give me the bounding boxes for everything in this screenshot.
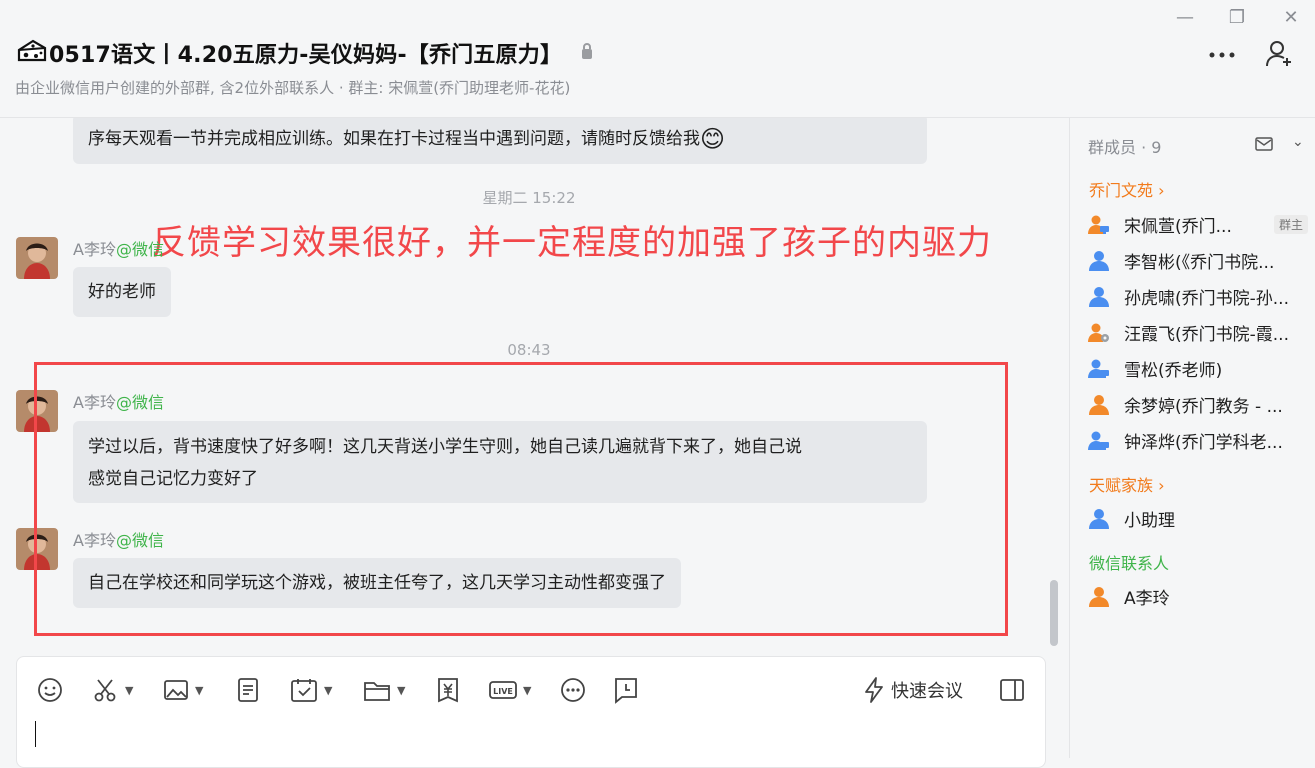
text-cursor xyxy=(35,721,36,747)
chevron-down-icon[interactable]: ▼ xyxy=(324,684,332,697)
member-name: A李玲 xyxy=(1124,589,1170,609)
user-computer-icon xyxy=(1088,214,1110,236)
red-packet-button[interactable] xyxy=(435,675,461,705)
member-item[interactable]: 汪霞飞(乔门书院-霞... xyxy=(1088,320,1308,345)
avatar[interactable] xyxy=(16,237,58,279)
live-icon: LIVE xyxy=(489,679,517,701)
emoji-icon xyxy=(37,677,63,703)
emoji-button[interactable] xyxy=(37,675,63,705)
user-icon xyxy=(1088,286,1110,308)
chevron-down-icon[interactable]: ▼ xyxy=(523,684,531,697)
chevron-down-icon[interactable]: ▼ xyxy=(397,684,405,697)
chat-scrollbar[interactable] xyxy=(1050,580,1058,646)
group-subtitle: 由企业微信用户创建的外部群, 含2位外部联系人 · 群主: 宋佩萱(乔门助理老师… xyxy=(15,79,571,97)
user-icon xyxy=(1088,250,1110,272)
section-tianfu-jiazu[interactable]: 天赋家族 › xyxy=(1089,472,1165,496)
message-bubble[interactable]: 序每天观看一节并完成相应训练。如果在打卡过程当中遇到问题，请随时反馈给我😊 xyxy=(73,118,927,164)
quick-meeting-label: 快速会议 xyxy=(891,681,963,702)
live-button[interactable]: LIVE ▼ xyxy=(489,675,531,705)
member-name: 孙虎啸(乔门书院-孙... xyxy=(1124,289,1289,309)
user-computer-icon xyxy=(1088,358,1110,380)
more-tools-button[interactable] xyxy=(560,675,586,705)
member-item[interactable]: 小助理 xyxy=(1088,506,1308,531)
member-name: 宋佩萱(乔门... xyxy=(1124,217,1232,237)
member-name: 钟泽烨(乔门学科老... xyxy=(1124,433,1283,453)
lock-icon xyxy=(580,42,594,64)
scissors-icon xyxy=(93,677,119,703)
sidebar-toggle-icon xyxy=(999,678,1025,702)
user-icon xyxy=(1088,586,1110,608)
member-item[interactable]: 余梦婷(乔门教务 - ... xyxy=(1088,392,1308,417)
smile-emoji-icon: 😊 xyxy=(700,125,726,153)
member-item[interactable]: A李玲 xyxy=(1088,584,1308,609)
screenshot-button[interactable]: ▼ xyxy=(93,675,133,705)
yuan-icon xyxy=(435,677,461,703)
owner-badge: 群主 xyxy=(1273,215,1308,234)
member-count-title: 群成员 · 9 xyxy=(1088,138,1162,157)
red-highlight-box xyxy=(34,362,1008,636)
member-name: 汪霞飞(乔门书院-霞... xyxy=(1124,325,1289,345)
chat-header: — ❐ ✕ 0517语文丨4.20五原力-吴仪妈妈-【乔门五原力】 由企业微信用… xyxy=(0,0,1315,118)
lightning-icon xyxy=(863,676,885,704)
timestamp: 星期二 15:22 xyxy=(482,189,576,207)
document-button[interactable] xyxy=(235,675,261,705)
user-computer-icon xyxy=(1088,430,1110,452)
member-name: 李智彬(《乔门书院... xyxy=(1124,253,1275,273)
svg-text:LIVE: LIVE xyxy=(493,687,513,696)
user-gear-icon xyxy=(1088,322,1110,344)
member-item[interactable]: 钟泽烨(乔门学科老... xyxy=(1088,428,1308,453)
message-bubble[interactable]: 好的老师 xyxy=(73,267,171,317)
clock-icon xyxy=(613,676,639,704)
chat-message-area[interactable]: 序每天观看一节并完成相应训练。如果在打卡过程当中遇到问题，请随时反馈给我😊 星期… xyxy=(0,118,1068,648)
member-item[interactable]: 宋佩萱(乔门... 群主 xyxy=(1088,212,1308,237)
chevron-down-icon[interactable]: ▼ xyxy=(125,684,133,697)
folder-icon xyxy=(363,677,391,703)
quick-meeting-button[interactable]: 快速会议 xyxy=(863,675,963,705)
group-title-row: 0517语文丨4.20五原力-吴仪妈妈-【乔门五原力】 xyxy=(17,37,594,69)
document-icon xyxy=(235,677,261,703)
history-button[interactable] xyxy=(613,675,639,705)
sender-name: A李玲@微信 xyxy=(73,240,164,259)
member-sidebar: 群成员 · 9 ⌄ 乔门文苑 › 宋佩萱(乔门... 群主 李智彬(《乔门书院.… xyxy=(1069,118,1315,758)
more-options-button[interactable] xyxy=(1208,44,1236,63)
image-icon xyxy=(163,677,189,703)
group-title: 0517语文丨4.20五原力-吴仪妈妈-【乔门五原力】 xyxy=(49,43,563,68)
message-text: 序每天观看一节并完成相应训练。如果在打卡过程当中遇到问题，请随时反馈给我 xyxy=(88,129,700,149)
image-button[interactable]: ▼ xyxy=(163,675,203,705)
chevron-down-icon[interactable]: ▼ xyxy=(195,684,203,697)
folder-button[interactable]: ▼ xyxy=(363,675,405,705)
section-qiaomen-wenyuan[interactable]: 乔门文苑 › xyxy=(1089,177,1165,201)
red-annotation-text: 反馈学习效果很好，并一定程度的加强了孩子的内驱力 xyxy=(152,223,992,263)
mail-icon[interactable] xyxy=(1255,136,1273,155)
message-text: 好的老师 xyxy=(88,282,156,302)
restore-button[interactable]: ❐ xyxy=(1227,8,1247,28)
member-item[interactable]: 孙虎啸(乔门书院-孙... xyxy=(1088,284,1308,309)
close-button[interactable]: ✕ xyxy=(1281,8,1301,28)
member-name: 余梦婷(乔门教务 - ... xyxy=(1124,397,1283,417)
user-icon xyxy=(1088,508,1110,530)
more-icon xyxy=(560,677,586,703)
sidebar-toggle-button[interactable] xyxy=(999,675,1025,705)
message-input-area[interactable]: ▼ ▼ ▼ ▼ LIVE ▼ 快速会议 xyxy=(16,656,1046,768)
chevron-down-icon[interactable]: ⌄ xyxy=(1292,134,1304,150)
member-name: 小助理 xyxy=(1124,511,1175,531)
timestamp: 08:43 xyxy=(507,341,551,359)
member-item[interactable]: 李智彬(《乔门书院... xyxy=(1088,248,1308,273)
section-wechat-contacts: 微信联系人 xyxy=(1089,554,1170,573)
schedule-button[interactable]: ▼ xyxy=(290,675,332,705)
member-name: 雪松(乔老师) xyxy=(1124,361,1223,381)
cheese-emoji-icon xyxy=(17,38,47,68)
add-member-button[interactable] xyxy=(1265,40,1295,72)
member-item[interactable]: 雪松(乔老师) xyxy=(1088,356,1308,381)
user-icon xyxy=(1088,394,1110,416)
calendar-check-icon xyxy=(290,677,318,703)
minimize-button[interactable]: — xyxy=(1175,8,1195,28)
